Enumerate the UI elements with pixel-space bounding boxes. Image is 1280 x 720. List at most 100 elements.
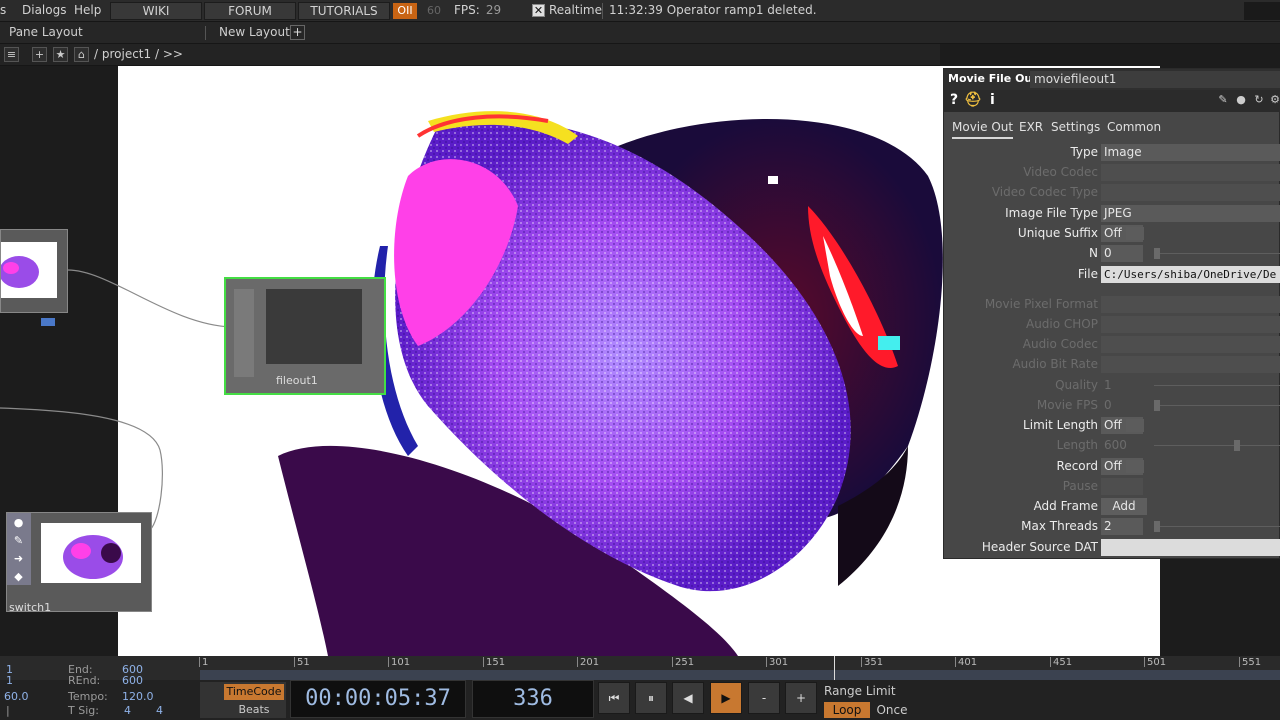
pause-toggle[interactable] <box>1101 478 1143 495</box>
param-label: Audio CHOP <box>1025 317 1098 331</box>
node-name[interactable]: fileout1 <box>276 374 318 387</box>
movie-pixel-format-menu[interactable] <box>1101 296 1280 313</box>
timecode-display[interactable]: 00:00:05:37 <box>290 680 466 718</box>
tick-label: 401 <box>954 657 978 668</box>
home-icon[interactable]: ⌂ <box>74 47 89 62</box>
n-slider[interactable] <box>1154 248 1280 259</box>
info-icon[interactable]: i <box>990 92 995 108</box>
param-label: Video Codec <box>1023 165 1098 179</box>
max-threads-slider[interactable] <box>1154 521 1280 532</box>
step-back-button[interactable]: - <box>748 682 780 714</box>
frame-rate[interactable]: 60.0 <box>4 690 29 703</box>
rewind-button[interactable]: ⏮ <box>598 682 630 714</box>
cook-rate-value: 60 <box>427 4 441 17</box>
favorite-icon[interactable]: ★ <box>53 47 68 62</box>
pin-icon[interactable]: ● <box>12 516 25 529</box>
tempo-value[interactable]: 120.0 <box>122 690 154 703</box>
tab-common[interactable]: Common <box>1107 120 1161 134</box>
unique-suffix-toggle[interactable] <box>1126 227 1144 240</box>
param-movie-fps: Movie FPS 0 <box>944 396 1280 416</box>
tab-settings[interactable]: Settings <box>1051 120 1100 134</box>
path-menu-button[interactable]: ≡ <box>4 47 19 62</box>
audio-bit-rate-menu[interactable] <box>1101 356 1280 373</box>
node-name[interactable]: switch1 <box>9 601 51 614</box>
comment-icon[interactable]: ● <box>1234 93 1248 107</box>
file-path-field[interactable]: C:/Users/shiba/OneDrive/De <box>1101 266 1280 283</box>
menu-item-partial[interactable]: s <box>0 3 6 17</box>
forum-button[interactable]: FORUM <box>204 2 296 20</box>
add-layout-button[interactable]: + <box>290 25 305 40</box>
once-toggle[interactable]: Once <box>872 702 912 718</box>
tab-movie-out[interactable]: Movie Out <box>952 120 1014 139</box>
add-frame-button[interactable]: Add <box>1101 498 1147 515</box>
param-tabs: Movie Out EXR Settings Common <box>944 115 1280 139</box>
step-forward-button[interactable]: + <box>785 682 817 714</box>
timeline-ruler[interactable]: 1 51 101 151 201 251 301 351 401 451 501… <box>0 656 1280 680</box>
refresh-icon[interactable]: ↻ <box>1252 93 1266 107</box>
fps-readout: FPS: 29 <box>454 3 501 17</box>
reverse-button[interactable]: ◀ <box>672 682 704 714</box>
length-field[interactable]: 600 <box>1101 437 1143 454</box>
play-button[interactable]: ▶ <box>710 682 742 714</box>
limit-length-toggle[interactable] <box>1126 419 1144 432</box>
wiki-button[interactable]: WIKI <box>110 2 202 20</box>
rend-value[interactable]: 600 <box>122 674 143 687</box>
movie-fps-slider[interactable] <box>1154 400 1280 411</box>
path-bar-end <box>940 44 1280 66</box>
frame-display[interactable]: 336 <box>472 680 594 718</box>
arrow-icon[interactable]: ➜ <box>12 552 25 565</box>
perf-monitor-button[interactable]: OII <box>393 3 417 19</box>
tsig-denominator[interactable]: 4 <box>156 704 163 717</box>
timecode-toggle[interactable]: TimeCode <box>224 684 284 700</box>
operator-name-field[interactable]: moviefileout1 <box>1030 71 1280 88</box>
image-file-type-menu[interactable]: JPEG <box>1101 205 1280 222</box>
record-toggle[interactable] <box>1126 460 1144 473</box>
audio-codec-menu[interactable] <box>1101 336 1280 353</box>
max-threads-field[interactable]: 2 <box>1101 518 1143 535</box>
param-label: Audio Bit Rate <box>1012 357 1098 371</box>
add-pane-button[interactable]: + <box>32 47 47 62</box>
gear-icon[interactable]: ⚙ <box>1268 93 1280 107</box>
new-layout-tab[interactable]: New Layout <box>219 25 290 39</box>
video-codec-type-menu[interactable] <box>1101 184 1280 201</box>
moviefileout-node[interactable]: fileout1 <box>224 277 386 395</box>
network-path[interactable]: / project1 / >> <box>94 47 183 61</box>
switch-node[interactable]: ● ✎ ➜ ◆ switch1 <box>6 512 152 614</box>
menu-item-help[interactable]: Help <box>74 3 101 17</box>
bypass-icon[interactable]: ◆ <box>12 570 25 583</box>
quality-slider[interactable] <box>1154 385 1280 386</box>
range-start[interactable]: 1 <box>6 674 13 687</box>
tab-exr[interactable]: EXR <box>1019 120 1043 134</box>
playhead[interactable] <box>834 656 835 680</box>
type-menu[interactable]: Image <box>1101 144 1280 161</box>
viewer-flag[interactable] <box>41 318 55 326</box>
node-viewer <box>266 289 362 364</box>
help-icon[interactable]: ? <box>950 92 958 108</box>
param-label: Max Threads <box>1021 519 1098 533</box>
pane-layout-menu[interactable]: Pane Layout <box>9 25 83 39</box>
tsig-numerator[interactable]: 4 <box>124 704 131 717</box>
header-source-dat-field[interactable] <box>1101 539 1280 556</box>
length-slider[interactable] <box>1154 440 1280 451</box>
n-field[interactable]: 0 <box>1101 245 1143 262</box>
quality-field[interactable]: 1 <box>1101 377 1143 394</box>
loop-toggle[interactable]: Loop <box>824 702 870 718</box>
movie-fps-field[interactable]: 0 <box>1101 397 1143 414</box>
realtime-checkbox[interactable]: ✕ <box>532 4 545 17</box>
param-label: Record <box>1056 459 1098 473</box>
edit-icon[interactable]: ✎ <box>12 534 25 547</box>
pause-button[interactable]: ⏸ <box>635 682 667 714</box>
layout-bar: Pane Layout New Layout + <box>0 22 1280 44</box>
video-codec-menu[interactable] <box>1101 164 1280 181</box>
beats-toggle[interactable]: Beats <box>224 702 284 718</box>
partial-top-node[interactable] <box>0 229 68 326</box>
param-label: Pause <box>1062 479 1098 493</box>
audio-chop-field[interactable] <box>1101 316 1280 333</box>
python-help-icon[interactable]: ⛑ <box>964 92 982 108</box>
tutorials-button[interactable]: TUTORIALS <box>298 2 390 20</box>
param-video-codec: Video Codec <box>944 163 1280 183</box>
edit-icon[interactable]: ✎ <box>1216 93 1230 107</box>
param-label: Video Codec Type <box>991 185 1098 199</box>
menu-item-dialogs[interactable]: Dialogs <box>22 3 66 17</box>
param-label: Movie Pixel Format <box>984 297 1098 311</box>
